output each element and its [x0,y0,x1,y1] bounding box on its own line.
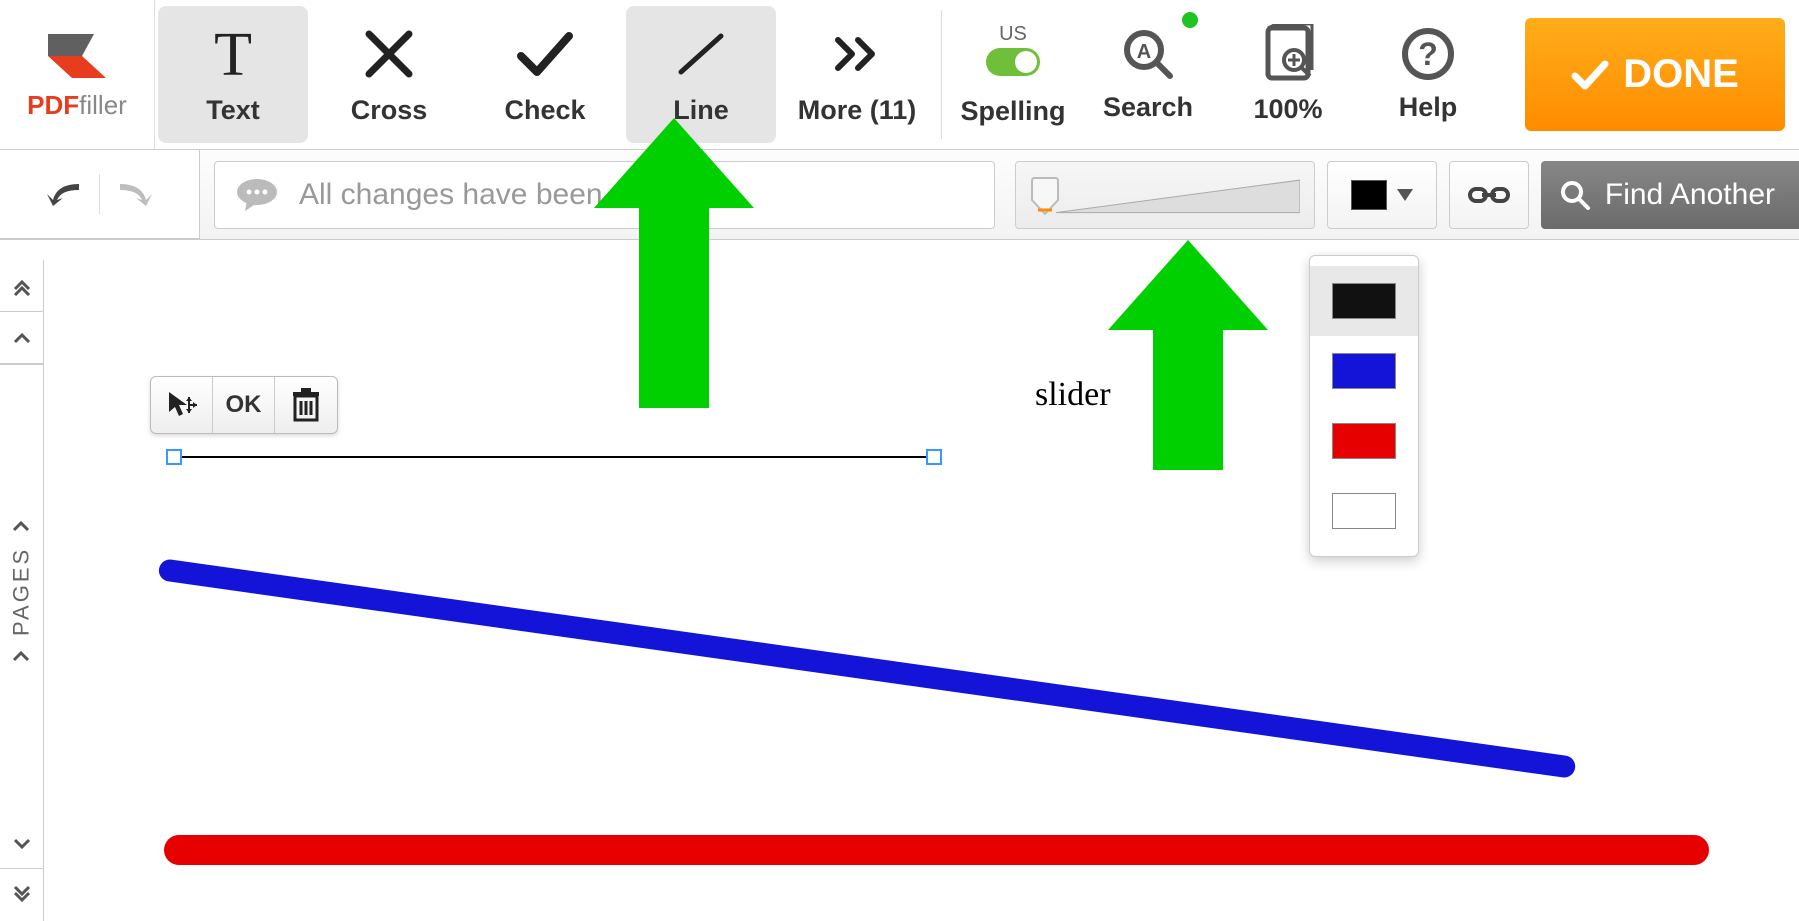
search-indicator-dot [1182,12,1198,28]
tool-help[interactable]: ? Help [1358,0,1498,149]
line-handle-left[interactable] [166,449,182,465]
undo-redo-group [0,150,200,239]
redo-icon[interactable] [112,176,156,212]
pages-label: PAGES [9,546,35,635]
tool-text[interactable]: T Text [158,6,308,143]
red-line[interactable] [164,835,1709,865]
pdffiller-logo-icon [42,28,112,88]
top-toolbar: PDFfiller T Text Cross Check Line More (… [0,0,1799,150]
cross-icon [361,23,417,85]
line-icon [671,23,731,85]
color-option-blue[interactable] [1310,336,1418,406]
thickness-slider[interactable] [1015,161,1315,229]
pages-collapse-bottom[interactable] [0,869,43,921]
done-button[interactable]: DONE [1525,18,1785,131]
done-check-icon [1571,56,1609,94]
slider-thumb-icon[interactable] [1030,176,1060,216]
tool-more-label: More (11) [798,95,917,126]
help-label: Help [1399,92,1458,123]
link-button[interactable] [1449,161,1529,229]
more-icon [832,23,882,85]
link-icon [1468,183,1510,207]
color-option-black[interactable] [1310,266,1418,336]
selected-black-line[interactable] [174,456,934,458]
delete-button[interactable] [275,377,337,433]
logo[interactable]: PDFfiller [0,0,155,149]
chevron-down-icon [1397,189,1413,201]
done-label: DONE [1623,52,1739,97]
annotation-arrow-line-tool [594,118,754,408]
pages-strip: PAGES [0,260,44,921]
color-option-white[interactable] [1310,476,1418,546]
find-another-button[interactable]: Find Another [1541,161,1799,229]
undo-redo-sep [99,174,100,214]
tool-check-label: Check [504,95,585,126]
svg-text:A: A [1137,41,1151,63]
line-floating-toolbar: OK [150,376,338,434]
status-text: All changes have been sa [299,178,643,212]
move-handle-button[interactable] [151,377,213,433]
search-icon [1559,179,1591,211]
pages-next[interactable] [0,817,43,869]
find-another-label: Find Another [1605,178,1775,212]
undo-icon[interactable] [43,176,87,212]
search-label: Search [1103,92,1193,123]
tool-text-label: Text [206,95,260,126]
tool-search[interactable]: A Search [1078,0,1218,149]
spelling-label: Spelling [960,96,1065,127]
annotation-slider-label: slider [1035,376,1111,414]
logo-text: PDFfiller [27,90,127,121]
search-icon: A [1120,26,1176,82]
pages-panel-toggle[interactable]: PAGES [0,364,43,817]
current-color-swatch [1351,180,1387,210]
line-handle-right[interactable] [926,449,942,465]
tool-cross-label: Cross [351,95,428,126]
svg-text:T: T [214,23,252,85]
zoom-label: 100% [1253,94,1322,125]
trash-icon [291,388,321,422]
move-cursor-icon [165,388,199,422]
check-icon [515,23,575,85]
svg-text:?: ? [1418,36,1438,72]
color-picker-button[interactable] [1327,161,1437,229]
annotation-arrow-slider [1108,240,1268,470]
tool-cross[interactable]: Cross [314,6,464,143]
document-canvas[interactable]: OK [44,260,1799,921]
second-bar: All changes have been sa Find Another [0,150,1799,240]
spelling-locale: US [999,23,1027,46]
slider-track-icon [1056,176,1300,217]
text-icon: T [202,23,264,85]
color-option-red[interactable] [1310,406,1418,476]
help-icon: ? [1400,26,1456,82]
zoom-icon [1262,24,1314,84]
spelling-toggle[interactable] [986,48,1040,76]
pages-collapse-top[interactable] [0,260,43,312]
pages-prev[interactable] [0,312,43,364]
tool-more[interactable]: More (11) [782,6,932,143]
tool-zoom[interactable]: 100% [1218,0,1358,149]
blue-line[interactable] [157,558,1576,779]
speech-bubble-icon [235,177,279,213]
tool-spelling[interactable]: US Spelling [948,0,1078,149]
ok-button[interactable]: OK [213,377,275,433]
color-dropdown [1309,255,1419,557]
toolbar-divider [941,10,942,139]
